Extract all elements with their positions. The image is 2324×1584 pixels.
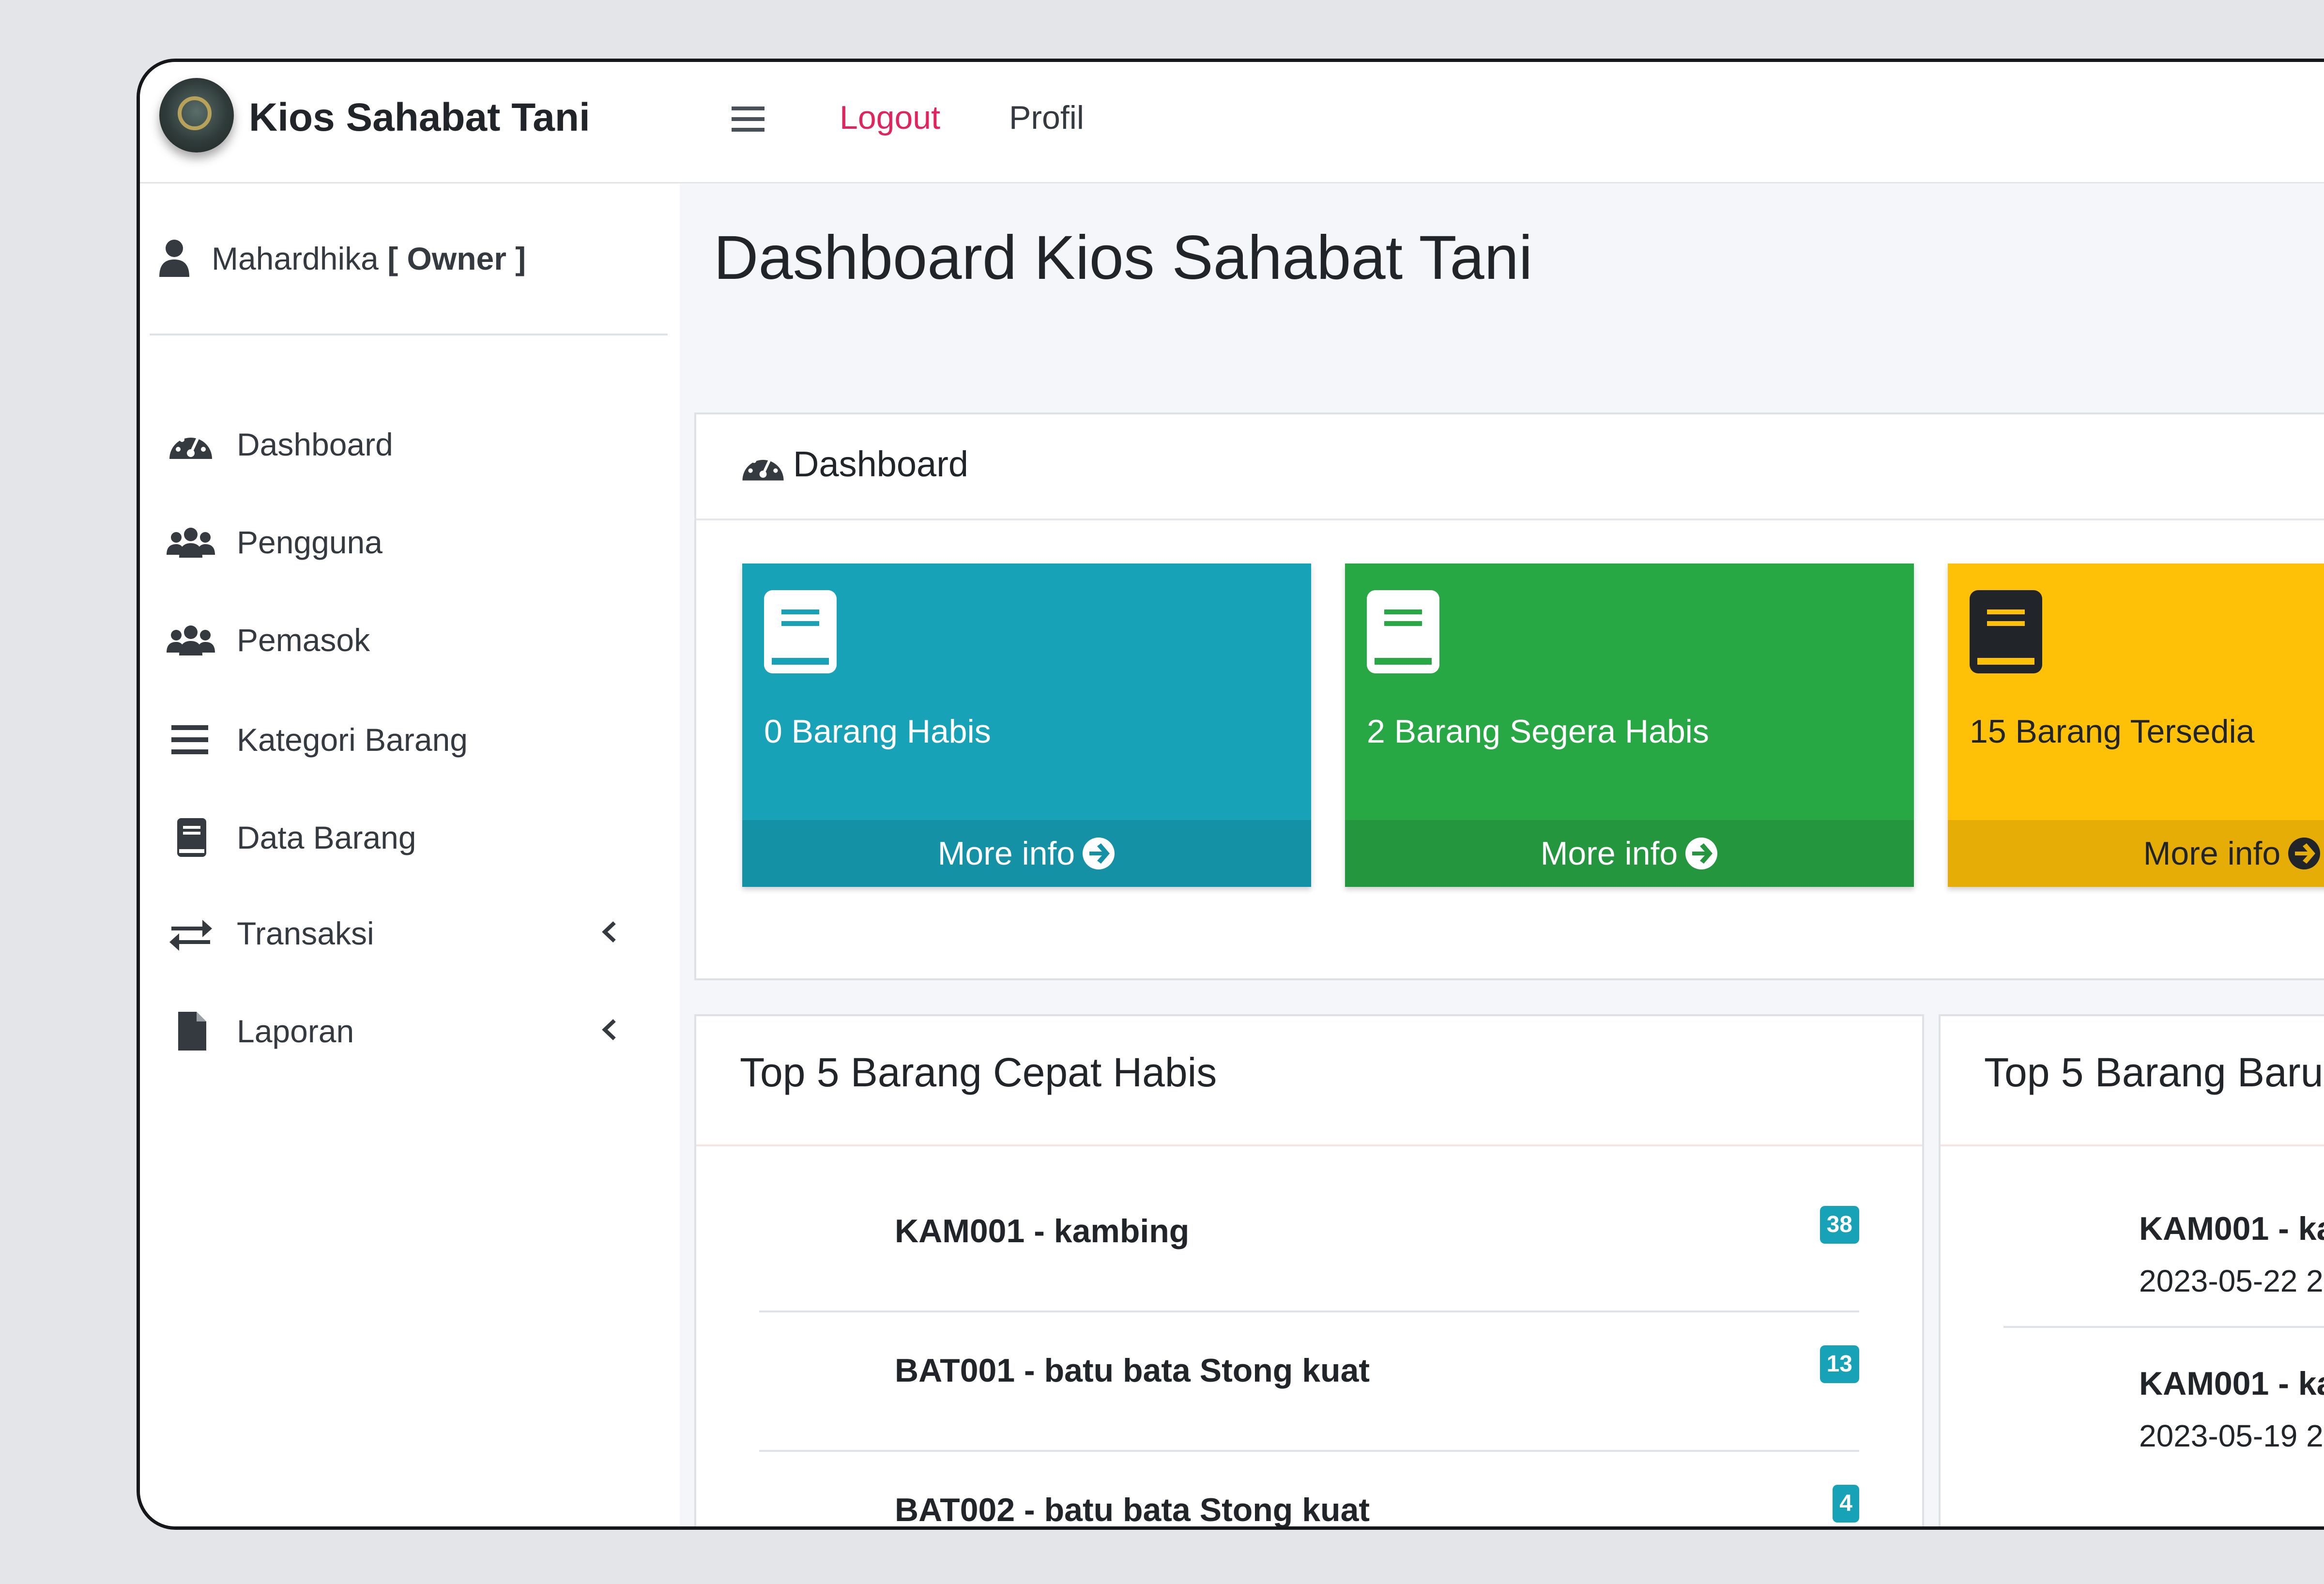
sidebar-item-label: Dashboard: [237, 426, 393, 462]
sidebar-item-label: Kategori Barang: [237, 722, 468, 758]
card-title: Top 5 Barang Cepat Habis: [740, 1050, 1217, 1095]
page-title: Dashboard Kios Sahabat Tani: [714, 223, 1533, 292]
brand-title: Kios Sahabat Tani: [249, 95, 590, 139]
logout-link[interactable]: Logout: [840, 99, 940, 137]
user-role: [ Owner ]: [387, 241, 526, 276]
tachometer-icon: [742, 454, 784, 481]
sidebar-item-dashboard[interactable]: Dashboard: [140, 406, 680, 478]
info-box-barang-tersedia: 15 Barang Tersedia More info: [1948, 564, 2324, 887]
list-item: KAM001 - kambing 38: [759, 1171, 1859, 1312]
sidebar-item-label: Data Barang: [237, 820, 416, 855]
list-item: KAM001 - ka 2023-05-22 2: [2003, 1171, 2324, 1328]
count-badge: 4: [1833, 1485, 1859, 1523]
dashboard-card: Dashboard 0 Barang Habis More info 2 Bar…: [694, 412, 2324, 980]
item-name: KAM001 - ka: [2139, 1365, 2324, 1402]
card-header: Top 5 Barang Cepat Habis: [696, 1016, 1922, 1146]
more-info-link[interactable]: More info: [742, 820, 1311, 887]
exchange-icon: [169, 920, 212, 951]
sidebar-item-laporan[interactable]: Laporan: [140, 992, 680, 1065]
info-box-text: 15 Barang Tersedia: [1970, 713, 2255, 750]
hamburger-menu-icon[interactable]: [731, 105, 765, 134]
sidebar-item-pemasok[interactable]: Pemasok: [140, 601, 680, 674]
more-info-label: More info: [2143, 835, 2281, 872]
profil-link[interactable]: Profil: [1009, 99, 1084, 137]
count-badge: 38: [1819, 1206, 1859, 1244]
list-item: BAT002 - batu bata Stong kuat 4: [759, 1450, 1859, 1528]
item-name: BAT001 - batu bata Stong kuat: [895, 1352, 1370, 1389]
brand-logo: [159, 78, 234, 152]
item-name: KAM001 - ka: [2139, 1210, 2324, 1247]
list-item: BAT001 - batu bata Stong kuat 13: [759, 1310, 1859, 1452]
sidebar-item-kategori-barang[interactable]: Kategori Barang: [140, 701, 680, 774]
info-box-text: 2 Barang Segera Habis: [1367, 713, 1709, 750]
list-item: KAM001 - ka 2023-05-19 2: [2003, 1326, 2324, 1481]
book-icon: [1367, 590, 1439, 673]
count-badge: 13: [1819, 1345, 1859, 1383]
chevron-left-icon[interactable]: [600, 1018, 619, 1042]
arrow-circle-right-icon: [1685, 838, 1718, 870]
user-name-text: Mahardhika: [212, 241, 379, 276]
sidebar-item-data-barang[interactable]: Data Barang: [140, 799, 680, 871]
dashboard-card-title: Dashboard: [793, 444, 969, 484]
sidebar-item-label: Pengguna: [237, 524, 382, 560]
sidebar-item-label: Laporan: [237, 1013, 354, 1049]
more-info-label: More info: [1540, 835, 1678, 872]
item-name: BAT002 - batu bata Stong kuat: [895, 1492, 1370, 1528]
user-name[interactable]: Mahardhika [ Owner ]: [212, 240, 526, 277]
info-box-barang-segera-habis: 2 Barang Segera Habis More info: [1345, 564, 1914, 887]
item-name: KAM001 - kambing: [895, 1213, 1190, 1249]
user-panel: Mahardhika [ Owner ]: [150, 183, 668, 335]
item-date: 2023-05-19 2: [2139, 1418, 2324, 1453]
book-icon: [1970, 590, 2042, 673]
arrow-circle-right-icon: [2288, 838, 2321, 870]
sidebar: Kios Sahabat Tani Mahardhika [ Owner ] D…: [140, 62, 683, 1526]
more-info-link[interactable]: More info: [1345, 820, 1914, 887]
users-icon: [167, 625, 215, 655]
item-date: 2023-05-22 2: [2139, 1264, 2324, 1298]
topbar: Logout Profil: [680, 62, 2324, 183]
book-icon: [764, 590, 837, 673]
more-info-label: More info: [937, 835, 1075, 872]
info-box-barang-habis: 0 Barang Habis More info: [742, 564, 1311, 887]
top-barang-baru-card: Top 5 Barang Baru KAM001 - ka 2023-05-22…: [1939, 1014, 2324, 1526]
sidebar-item-pengguna[interactable]: Pengguna: [140, 503, 680, 576]
app-window: Kios Sahabat Tani Mahardhika [ Owner ] D…: [137, 59, 2324, 1530]
sidebar-item-label: Transaksi: [237, 915, 374, 951]
more-info-link[interactable]: More info: [1948, 820, 2324, 887]
user-icon: [159, 240, 189, 277]
top-cepat-habis-card: Top 5 Barang Cepat Habis KAM001 - kambin…: [694, 1014, 1924, 1528]
card-header: Top 5 Barang Baru: [1941, 1016, 2324, 1146]
info-box-text: 0 Barang Habis: [764, 713, 991, 750]
sidebar-item-label: Pemasok: [237, 622, 370, 658]
users-icon: [167, 528, 215, 558]
list-icon: [171, 725, 208, 754]
dashboard-card-header: Dashboard: [696, 414, 2324, 520]
card-title: Top 5 Barang Baru: [1984, 1050, 2324, 1095]
file-icon: [178, 1012, 206, 1051]
arrow-circle-right-icon: [1083, 838, 1115, 870]
main-content: Dashboard Kios Sahabat Tani Dashboard 0 …: [680, 183, 2324, 1526]
book-icon: [177, 818, 206, 857]
brand-link[interactable]: Kios Sahabat Tani: [140, 62, 680, 183]
tachometer-icon: [169, 432, 212, 459]
chevron-left-icon[interactable]: [600, 920, 619, 944]
sidebar-item-transaksi[interactable]: Transaksi: [140, 895, 680, 967]
